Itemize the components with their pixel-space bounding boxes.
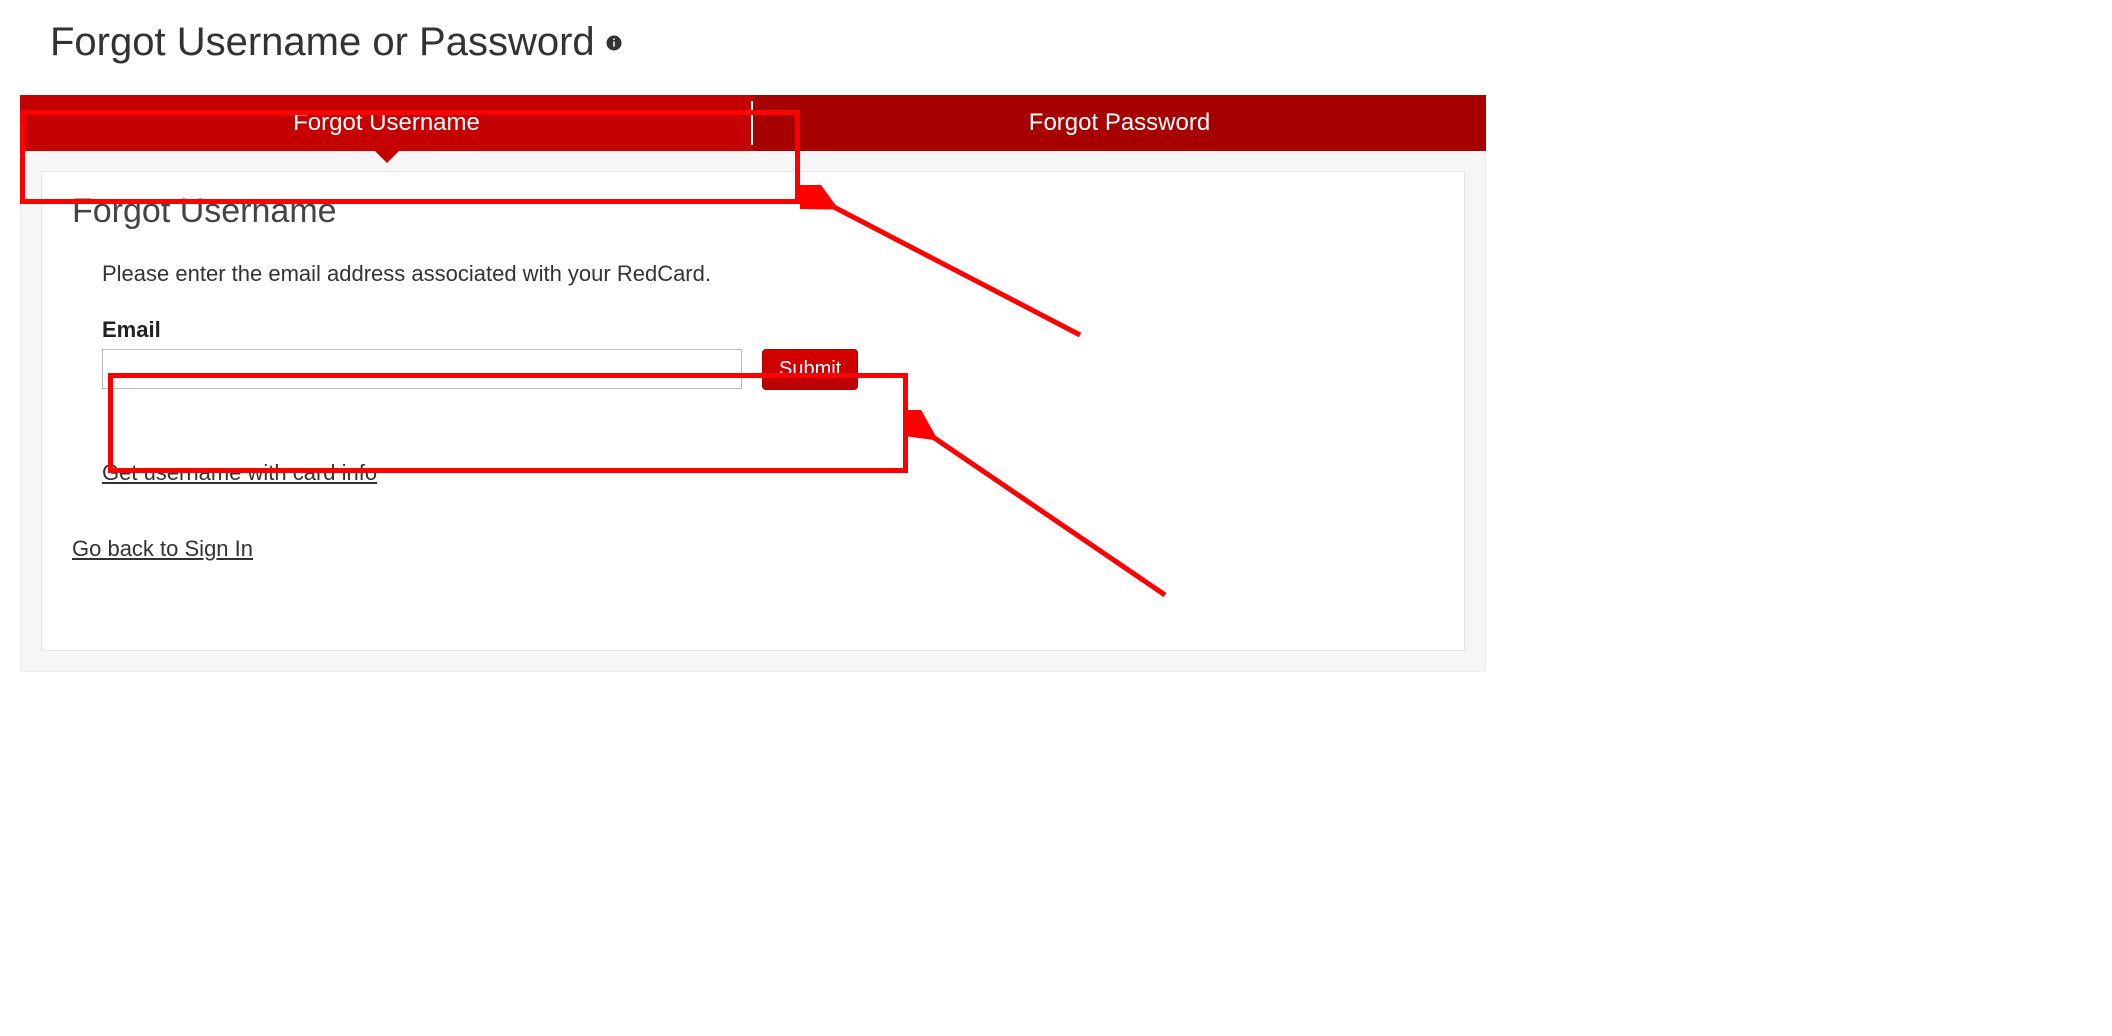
instruction-text: Please enter the email address associate… [102,261,1434,287]
submit-button[interactable]: Submit [762,349,858,390]
tabs: Forgot Username Forgot Password [20,95,1486,151]
email-input[interactable] [102,349,742,389]
panel-wrap: Forgot Username Please enter the email a… [20,151,1486,672]
email-form-row: Email Submit [102,317,1434,390]
tab-forgot-username[interactable]: Forgot Username [20,95,753,151]
page: Forgot Username or Password Forgot Usern… [0,0,1536,712]
email-label: Email [102,317,1434,343]
back-to-signin-link[interactable]: Go back to Sign In [72,536,253,562]
panel: Forgot Username Please enter the email a… [41,171,1465,651]
inline-form: Submit [102,349,1434,390]
page-title: Forgot Username or Password [50,20,1486,65]
tab-forgot-password[interactable]: Forgot Password [753,95,1486,151]
page-title-text: Forgot Username or Password [50,20,595,65]
tab-forgot-username-label: Forgot Username [293,109,480,136]
get-username-card-link[interactable]: Get username with card info [102,460,377,486]
tab-forgot-password-label: Forgot Password [1029,109,1210,136]
info-icon[interactable] [605,34,623,52]
panel-heading: Forgot Username [72,192,1434,231]
